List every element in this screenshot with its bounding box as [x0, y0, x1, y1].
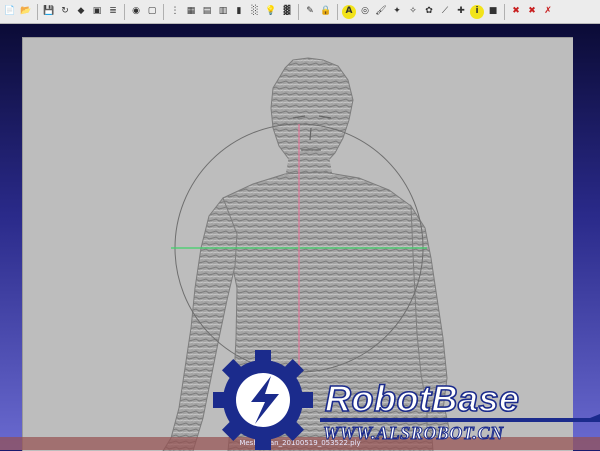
box-icon[interactable]: ▢ — [145, 5, 159, 19]
info-icon[interactable]: i — [470, 4, 484, 19]
texture-icon[interactable]: ░ — [248, 5, 262, 19]
toolbar-separator — [163, 3, 164, 20]
delete-face-icon[interactable]: ✖ — [525, 5, 539, 19]
toolbar-separator — [37, 3, 38, 20]
paint-icon[interactable]: ✿ — [422, 5, 436, 19]
robotbase-watermark: RobotBase WWW.ALSROBOT.CN — [205, 348, 600, 450]
mesh-head — [270, 57, 354, 169]
new-project-icon[interactable]: 📄 — [3, 5, 17, 19]
toolbar-separator — [504, 3, 505, 20]
select-vertices-icon[interactable]: ✦ — [390, 5, 404, 19]
delete-vertex-icon[interactable]: ✖ — [509, 5, 523, 19]
logo-title: RobotBase — [324, 377, 520, 420]
reload-icon[interactable]: ↻ — [58, 5, 72, 19]
open-folder-icon[interactable]: 📂 — [19, 5, 33, 19]
diamond-icon[interactable]: ◆ — [74, 5, 88, 19]
gear-logo-icon — [213, 350, 313, 450]
smooth-icon[interactable]: ▮ — [232, 5, 246, 19]
logo-url: WWW.ALSROBOT.CN — [323, 423, 504, 444]
light-bulb-icon[interactable]: 💡 — [264, 5, 278, 19]
text-label-icon[interactable]: A — [342, 4, 356, 19]
measure-icon[interactable]: ⟋ — [438, 5, 452, 19]
toolbar-separator — [337, 3, 338, 20]
wireframe-icon[interactable]: ▦ — [184, 5, 198, 19]
flat-lines-icon[interactable]: ▤ — [200, 5, 214, 19]
layers-icon[interactable]: ≣ — [106, 5, 120, 19]
align-icon[interactable]: ✚ — [454, 5, 468, 19]
lock-icon[interactable]: 🔒 — [319, 5, 333, 19]
points-icon[interactable]: ⋮ — [168, 5, 182, 19]
snapshot-icon[interactable]: ▣ — [90, 5, 104, 19]
color-icon[interactable]: ▓ — [280, 5, 294, 19]
toolbar-separator — [124, 3, 125, 20]
annotation-icon[interactable]: ✎ — [303, 5, 317, 19]
toolbar-separator — [298, 3, 299, 20]
save-icon[interactable]: 💾 — [42, 5, 56, 19]
render-icon[interactable]: ■ — [486, 5, 500, 19]
main-toolbar: 📄 📂 💾 ↻ ◆ ▣ ≣ ◉ ▢ ⋮ ▦ ▤ ▥ ▮ ░ 💡 ▓ ✎ 🔒 A ◎ 🖌 ✦ ✧ ✿ ⟋ ✚ i ■ ✖ ✖ ✗ — [0, 0, 600, 24]
select-faces-icon[interactable]: ✧ — [406, 5, 420, 19]
delete-selection-icon[interactable]: ✗ — [541, 5, 555, 19]
globe-icon[interactable]: ◎ — [358, 5, 372, 19]
brush-icon[interactable]: 🖌 — [374, 5, 388, 19]
help-icon[interactable]: ◉ — [129, 5, 143, 19]
flat-icon[interactable]: ▥ — [216, 5, 230, 19]
